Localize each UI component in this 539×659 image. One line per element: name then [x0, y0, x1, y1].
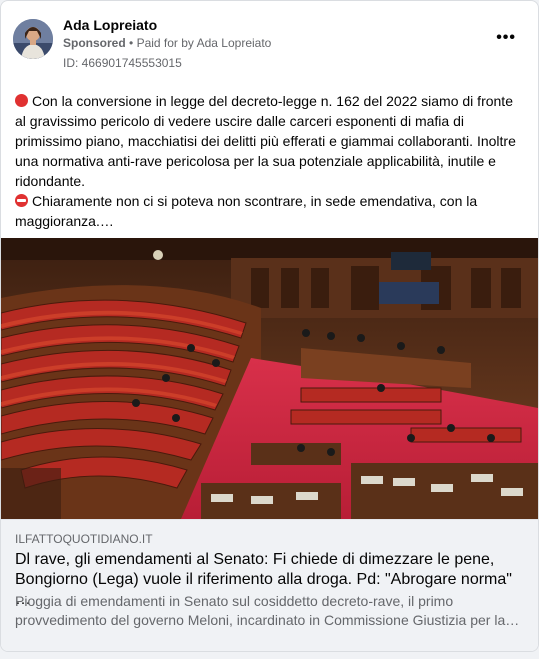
- author-avatar[interactable]: [13, 19, 53, 59]
- no-entry-icon: [15, 194, 28, 207]
- post-paragraph-2-text: Chiaramente non ci si poteva non scontra…: [15, 193, 478, 229]
- paid-for-prefix: Paid for by: [136, 36, 194, 50]
- sponsored-label: Sponsored: [63, 36, 126, 50]
- paid-for-name: Ada Lopreiato: [196, 36, 272, 50]
- ad-id: ID: 466901745553015: [63, 56, 182, 70]
- red-circle-icon: [15, 94, 28, 107]
- senate-chamber-photo[interactable]: [1, 238, 538, 519]
- post-paragraph-1: Con la conversione in legge del decreto-…: [15, 91, 527, 191]
- sponsored-post-card: Ada Lopreiato Sponsored • Paid for by Ad…: [0, 0, 539, 652]
- link-description: Pioggia di emendamenti in Senato sul cos…: [15, 593, 520, 628]
- author-name[interactable]: Ada Lopreiato: [63, 17, 157, 33]
- link-preview[interactable]: ILFATTOQUOTIDIANO.IT Dl rave, gli emenda…: [1, 519, 538, 651]
- more-options-button[interactable]: •••: [496, 29, 516, 47]
- sponsored-meta: Sponsored • Paid for by Ada Lopreiato: [63, 36, 271, 50]
- post-text: Con la conversione in legge del decreto-…: [15, 91, 527, 231]
- link-domain: ILFATTOQUOTIDIANO.IT: [15, 532, 153, 546]
- meta-separator: •: [129, 36, 134, 50]
- post-paragraph-1-text: Con la conversione in legge del decreto-…: [15, 93, 516, 189]
- post-paragraph-2: Chiaramente non ci si poteva non scontra…: [15, 191, 527, 231]
- post-header: Ada Lopreiato Sponsored • Paid for by Ad…: [13, 11, 526, 70]
